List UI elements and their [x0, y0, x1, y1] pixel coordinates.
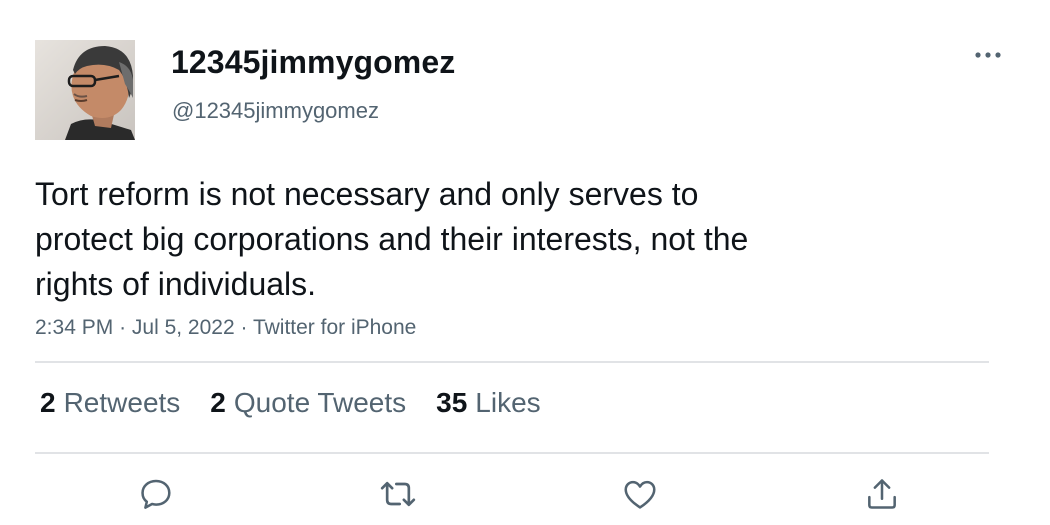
retweet-icon — [380, 481, 416, 507]
tweet-text-line: protect big corporations and their inter… — [35, 221, 749, 257]
separator-dot: · — [119, 316, 132, 339]
share-button[interactable] — [862, 474, 902, 514]
likes-label: Likes — [475, 387, 541, 418]
divider — [35, 361, 989, 363]
quote-tweets-label: Quote Tweets — [233, 387, 407, 418]
retweet-button[interactable] — [378, 474, 418, 514]
tweet-text: Tort reform is not necessary and only se… — [35, 172, 895, 307]
more-options-button[interactable] — [968, 40, 1008, 70]
likes-count: 35 — [436, 387, 468, 418]
avatar[interactable] — [35, 40, 135, 140]
display-name[interactable]: 12345jimmygomez — [171, 44, 455, 81]
tweet-card: 12345jimmygomez @12345jimmygomez Tort re… — [0, 0, 1050, 525]
tweet-date[interactable]: Jul 5, 2022 — [132, 316, 235, 339]
tweet-text-line: rights of individuals. — [35, 266, 317, 302]
reply-icon — [141, 479, 171, 509]
user-handle[interactable]: @12345jimmygomez — [172, 98, 379, 124]
engagement-stats: 2 Retweets 2 Quote Tweets 35 Likes — [40, 387, 541, 419]
quote-tweets-stat[interactable]: 2 Quote Tweets — [210, 387, 406, 419]
share-icon — [868, 479, 896, 509]
quote-tweets-count: 2 — [210, 387, 226, 418]
separator-dot: · — [240, 316, 253, 339]
more-horizontal-icon — [975, 52, 1001, 58]
retweets-count: 2 — [40, 387, 56, 418]
tweet-metadata: 2:34 PM · Jul 5, 2022 · Twitter for iPho… — [35, 316, 416, 340]
tweet-text-line: Tort reform is not necessary and only se… — [35, 176, 699, 212]
tweet-source[interactable]: Twitter for iPhone — [253, 316, 416, 339]
likes-stat[interactable]: 35 Likes — [436, 387, 541, 419]
heart-icon — [624, 480, 656, 509]
reply-button[interactable] — [136, 474, 176, 514]
divider — [35, 452, 989, 454]
tweet-time[interactable]: 2:34 PM — [35, 316, 113, 339]
retweets-stat[interactable]: 2 Retweets — [40, 387, 180, 419]
retweets-label: Retweets — [63, 387, 181, 418]
like-button[interactable] — [620, 474, 660, 514]
